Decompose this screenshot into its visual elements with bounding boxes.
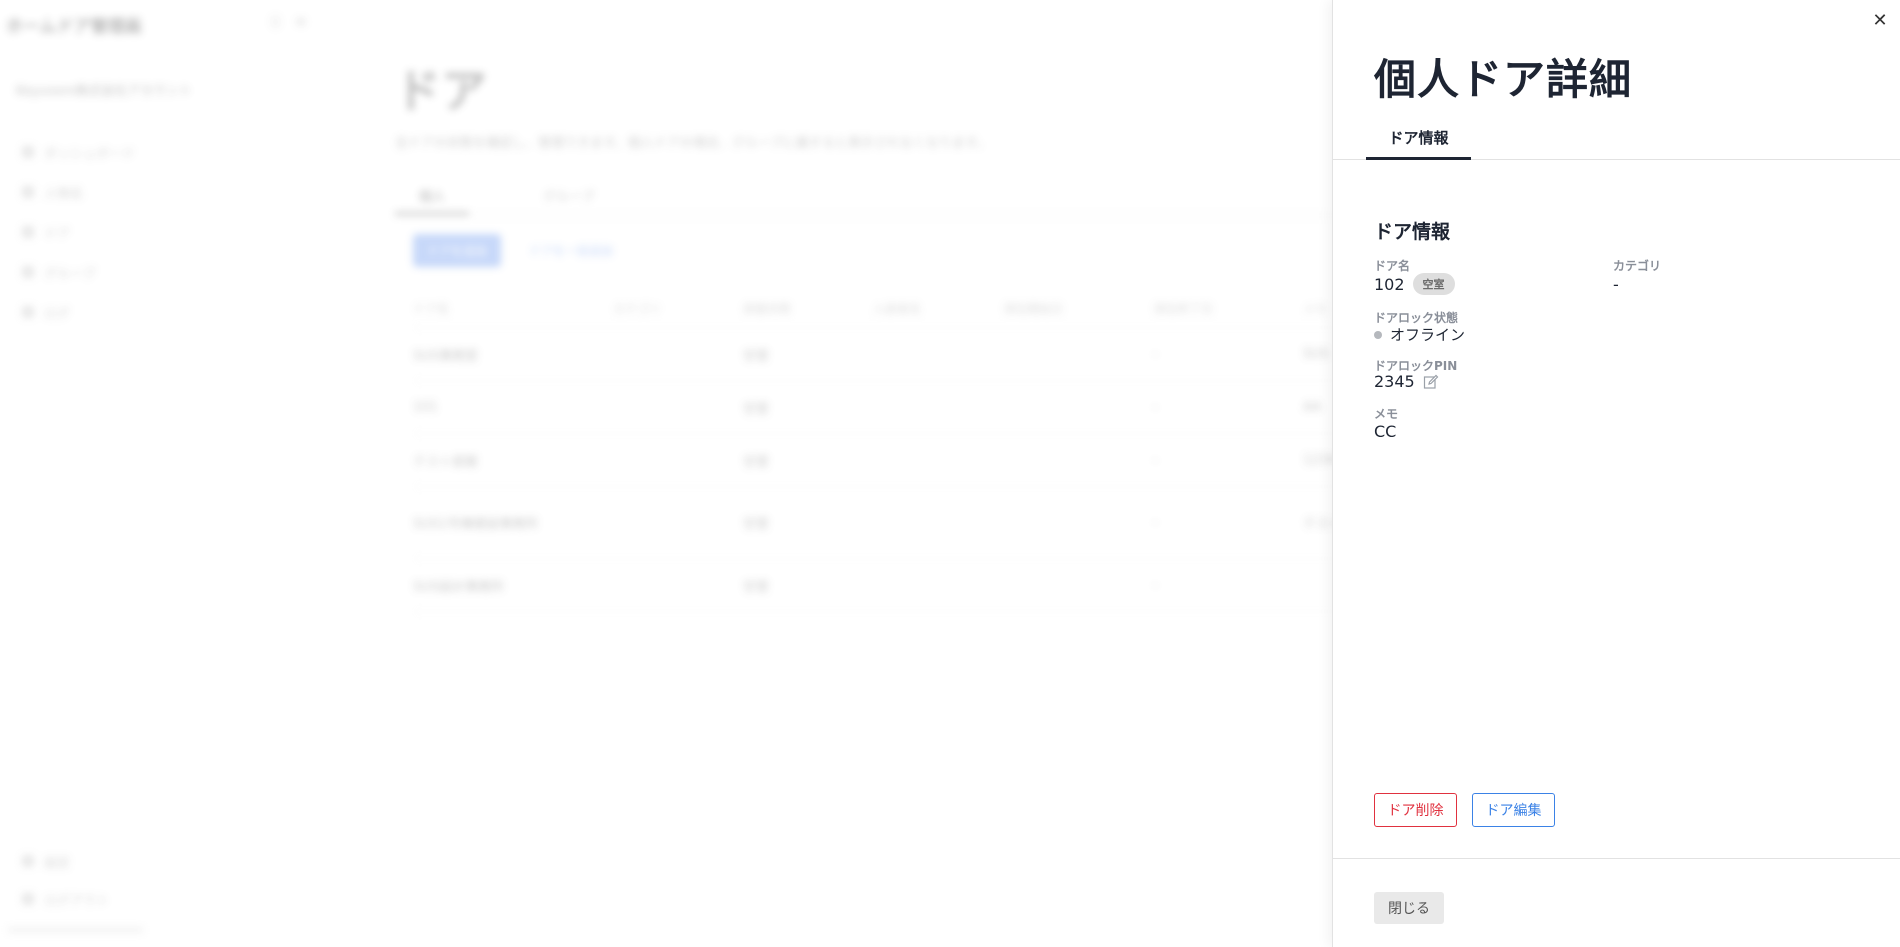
lock-status-value: オフライン <box>1374 324 1465 345</box>
delete-door-button[interactable]: ドア削除 <box>1374 793 1457 827</box>
offline-status-icon <box>1374 330 1382 339</box>
close-button[interactable]: 閉じる <box>1374 892 1444 924</box>
pin-value: 2345 <box>1374 372 1439 391</box>
door-detail-drawer: ✕ 個人ドア詳細 ドア情報 ドア情報 ドア名 102 空室 カテゴリ - ドアロ… <box>1332 0 1900 947</box>
tab-door-info[interactable]: ドア情報 <box>1366 118 1471 160</box>
memo-value: CC <box>1374 422 1397 441</box>
close-icon[interactable]: ✕ <box>1868 8 1892 32</box>
door-name-value: 102 空室 <box>1374 273 1455 295</box>
category-label: カテゴリ <box>1613 259 1662 273</box>
door-name-label: ドア名 <box>1374 259 1411 273</box>
edit-door-button[interactable]: ドア編集 <box>1472 793 1555 827</box>
drawer-tabs: ドア情報 <box>1333 118 1900 160</box>
pin-text: 2345 <box>1374 372 1415 391</box>
drawer-footer: 閉じる <box>1333 858 1900 947</box>
category-value: - <box>1613 275 1619 294</box>
edit-icon[interactable] <box>1423 374 1439 390</box>
lock-status-text: オフライン <box>1390 326 1466 344</box>
door-name-text: 102 <box>1374 274 1405 294</box>
status-badge: 空室 <box>1412 273 1455 295</box>
drawer-title: 個人ドア詳細 <box>1374 55 1633 104</box>
memo-label: メモ <box>1374 407 1399 421</box>
modal-backdrop[interactable] <box>0 0 1332 947</box>
section-title: ドア情報 <box>1374 221 1451 243</box>
